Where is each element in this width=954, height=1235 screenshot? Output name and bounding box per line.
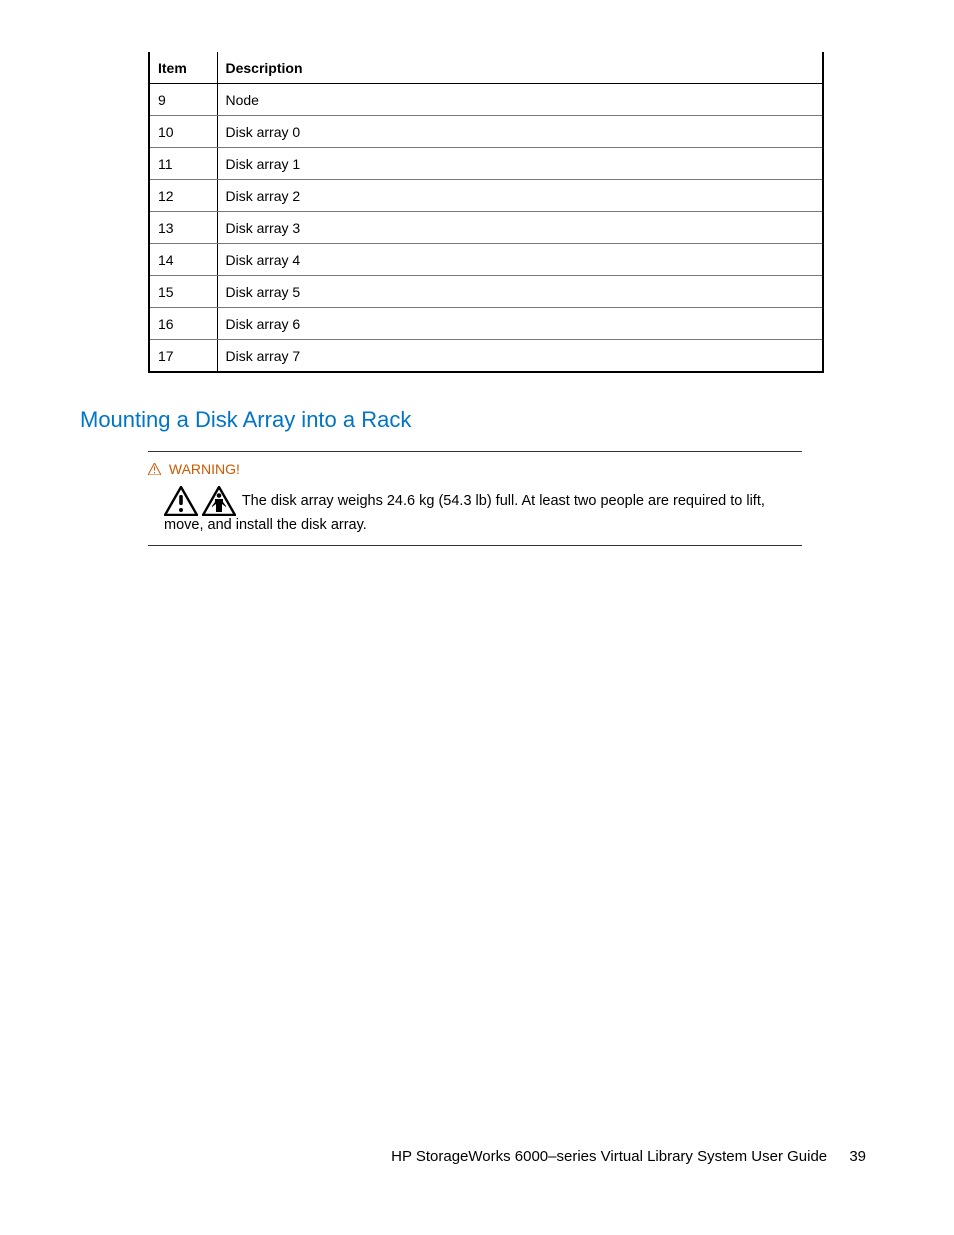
table-row: 16Disk array 6 — [149, 308, 823, 340]
caution-triangle-icon — [164, 497, 202, 513]
cell-item: 15 — [149, 276, 217, 308]
cell-item: 16 — [149, 308, 217, 340]
cell-description: Disk array 1 — [217, 148, 823, 180]
page-footer: HP StorageWorks 6000–series Virtual Libr… — [391, 1148, 866, 1165]
table-row: 17Disk array 7 — [149, 340, 823, 373]
heavy-load-triangle-icon — [202, 497, 236, 513]
warning-box: WARNING! The — [148, 451, 802, 546]
table-row: 10Disk array 0 — [149, 116, 823, 148]
warning-text: The disk array weighs 24.6 kg (54.3 lb) … — [164, 493, 765, 533]
col-header-description: Description — [217, 52, 823, 84]
col-header-item: Item — [149, 52, 217, 84]
cell-item: 17 — [149, 340, 217, 373]
warning-triangle-small-icon — [148, 461, 161, 480]
cell-description: Disk array 2 — [217, 180, 823, 212]
table-row: 9Node — [149, 84, 823, 116]
cell-item: 9 — [149, 84, 217, 116]
table-row: 14Disk array 4 — [149, 244, 823, 276]
cell-description: Disk array 5 — [217, 276, 823, 308]
cell-item: 14 — [149, 244, 217, 276]
footer-page-number: 39 — [849, 1148, 866, 1165]
warning-label: WARNING! — [169, 461, 240, 477]
cell-description: Disk array 3 — [217, 212, 823, 244]
warning-label-row: WARNING! — [148, 460, 802, 480]
table-row: 13Disk array 3 — [149, 212, 823, 244]
cell-item: 13 — [149, 212, 217, 244]
cell-item: 11 — [149, 148, 217, 180]
table-header-row: Item Description — [149, 52, 823, 84]
table-row: 15Disk array 5 — [149, 276, 823, 308]
cell-description: Node — [217, 84, 823, 116]
section-heading: Mounting a Disk Array into a Rack — [80, 407, 830, 433]
footer-title: HP StorageWorks 6000–series Virtual Libr… — [391, 1148, 827, 1165]
cell-description: Disk array 7 — [217, 340, 823, 373]
table-row: 12Disk array 2 — [149, 180, 823, 212]
cell-description: Disk array 0 — [217, 116, 823, 148]
cell-item: 12 — [149, 180, 217, 212]
cell-description: Disk array 4 — [217, 244, 823, 276]
table-row: 11Disk array 1 — [149, 148, 823, 180]
item-description-table: Item Description 9Node10Disk array 011Di… — [148, 52, 824, 373]
warning-body: The disk array weighs 24.6 kg (54.3 lb) … — [164, 486, 802, 536]
cell-item: 10 — [149, 116, 217, 148]
cell-description: Disk array 6 — [217, 308, 823, 340]
